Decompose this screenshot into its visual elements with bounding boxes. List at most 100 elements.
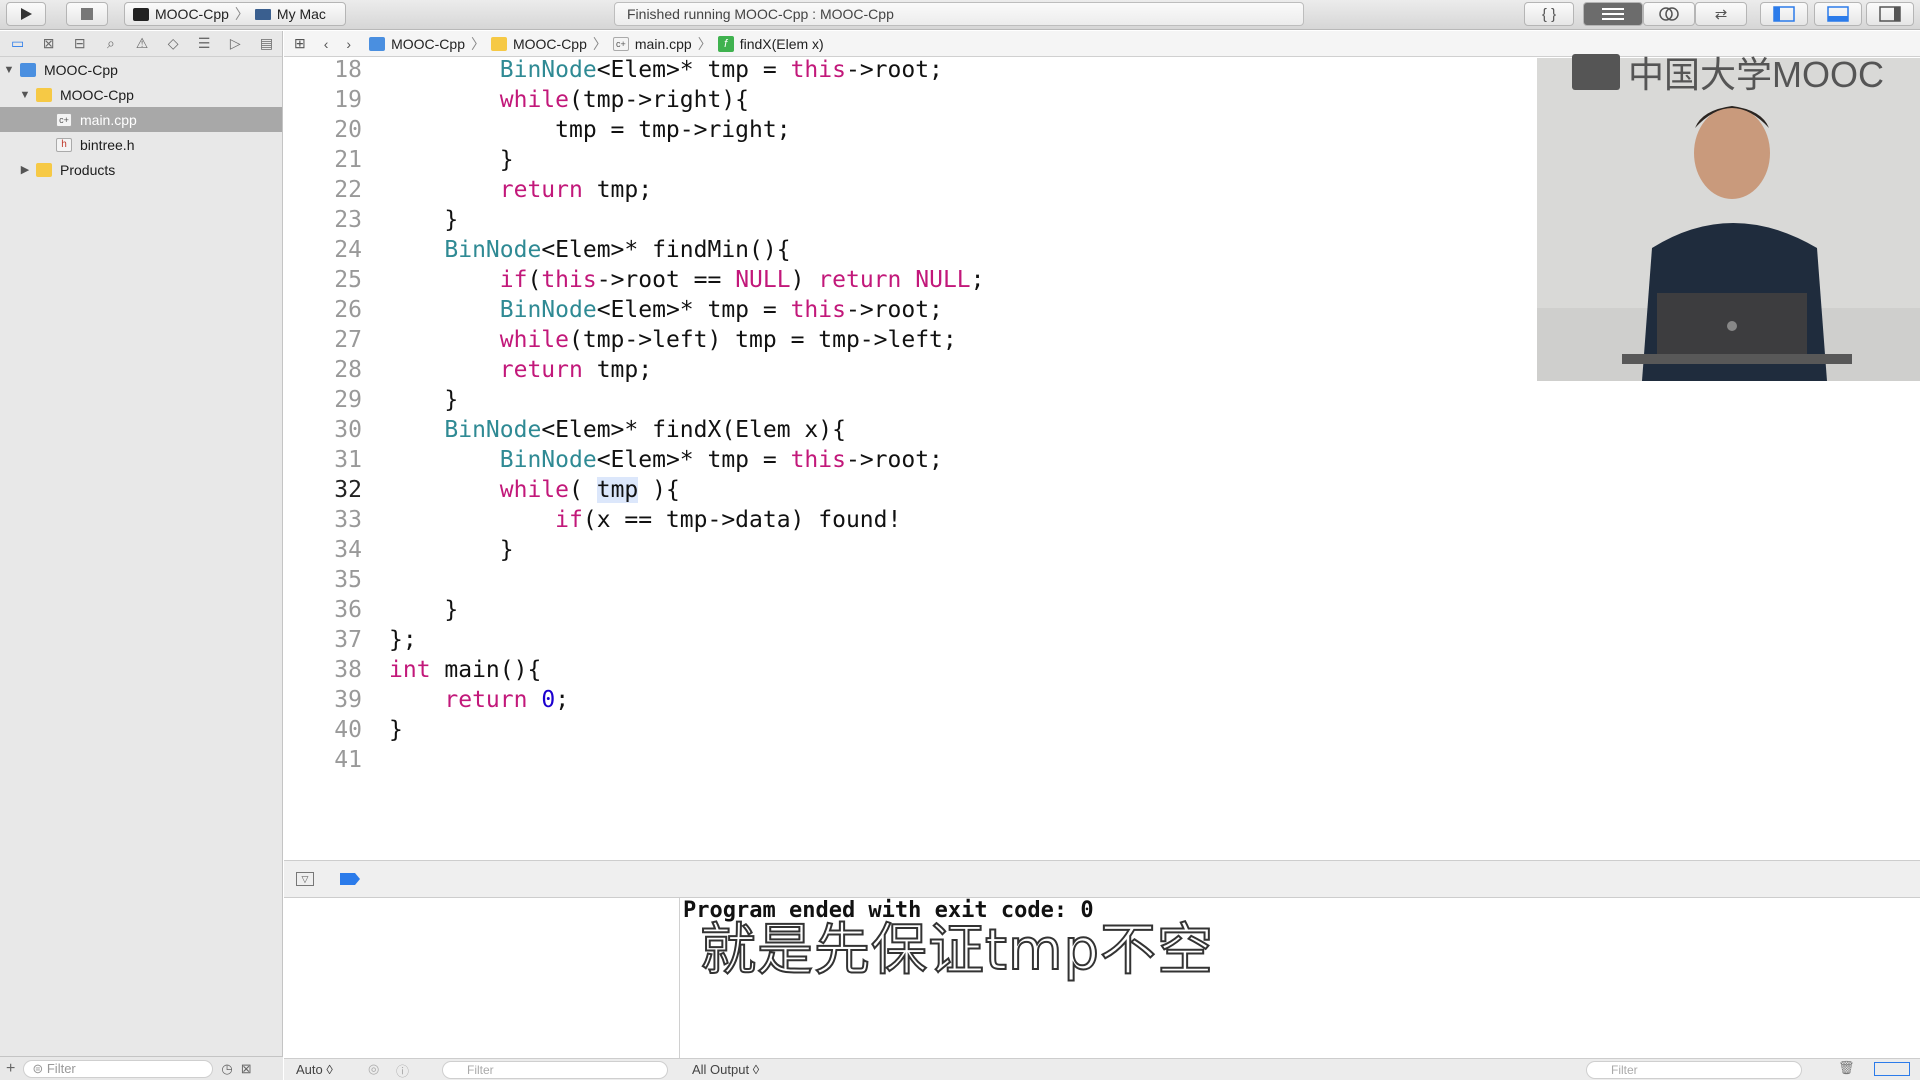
test-icon[interactable]: ◇ xyxy=(158,33,189,55)
code-line[interactable]: 31 BinNode<Elem>* tmp = this->root; xyxy=(284,445,1534,475)
code-line[interactable]: 22 return tmp; xyxy=(284,175,1534,205)
code-token: } xyxy=(499,537,514,563)
warning-icon[interactable]: ⚠ xyxy=(126,33,157,55)
watermark-text: 中国大学MOOC xyxy=(1628,54,1884,95)
assistant-editor-button[interactable] xyxy=(1643,2,1695,26)
console-output-selector[interactable]: All Output ◊ xyxy=(692,1062,759,1077)
code-line[interactable]: 25 if(this->root == NULL) return NULL; xyxy=(284,265,1534,295)
tree-item-label: MOOC-Cpp xyxy=(60,86,134,103)
back-icon[interactable]: ‹ xyxy=(324,36,329,52)
run-button[interactable] xyxy=(6,2,46,26)
code-text: BinNode<Elem>* findX(Elem x){ xyxy=(444,415,846,445)
code-line[interactable]: 29} xyxy=(284,385,1534,415)
toolbar: MOOC-Cpp 〉 My Mac Finished running MOOC-… xyxy=(0,0,1920,30)
lecturer-video-frame xyxy=(1537,58,1920,381)
code-line[interactable]: 21} xyxy=(284,145,1534,175)
related-items-icon[interactable]: ⊞ xyxy=(294,35,306,52)
function-icon: f xyxy=(717,35,734,52)
code-token: ->root; xyxy=(845,297,943,323)
code-line[interactable]: 23} xyxy=(284,205,1534,235)
code-line[interactable]: 40} xyxy=(284,715,1534,745)
code-line[interactable]: 33 if(x == tmp->data) found! xyxy=(284,505,1534,535)
line-number: 19 xyxy=(334,87,362,113)
code-line[interactable]: 32 while( tmp ){ xyxy=(284,475,1534,505)
stop-button[interactable] xyxy=(66,2,108,26)
scheme-selector[interactable]: MOOC-Cpp 〉 My Mac xyxy=(124,2,346,26)
trash-icon[interactable]: 🗑 xyxy=(1838,1060,1855,1076)
folder-icon[interactable]: ▭ xyxy=(2,33,33,55)
code-snippet-button[interactable]: { } xyxy=(1524,2,1574,26)
code-line[interactable]: 19 while(tmp->right){ xyxy=(284,85,1534,115)
code-line[interactable]: 34} xyxy=(284,535,1534,565)
report-icon[interactable]: ▤ xyxy=(251,33,282,55)
code-line[interactable]: 41 xyxy=(284,745,1534,775)
auto-variables-selector[interactable]: Auto ◊ xyxy=(296,1062,333,1077)
toggle-debug-area-button[interactable] xyxy=(1814,2,1862,26)
code-line[interactable]: 36} xyxy=(284,595,1534,625)
disclosure-open-icon[interactable]: ▼ xyxy=(2,64,16,76)
add-icon[interactable]: + xyxy=(6,1060,15,1078)
code-token: (tmp->left) tmp = tmp->left; xyxy=(569,327,957,353)
disclosure-closed-icon[interactable]: ▶ xyxy=(18,163,32,176)
version-editor-button[interactable]: ⇄ xyxy=(1695,2,1747,26)
code-line[interactable]: 35 xyxy=(284,565,1534,595)
code-line[interactable]: 38 int main(){ xyxy=(284,655,1534,685)
console-filter-field[interactable]: Filter xyxy=(1586,1061,1802,1079)
breadcrumb-group[interactable]: MOOC-Cpp xyxy=(490,36,587,52)
breadcrumb-file[interactable]: c+ main.cpp xyxy=(612,36,692,52)
breakpoints-toggle-icon[interactable] xyxy=(340,873,360,885)
stop-icon xyxy=(81,8,93,20)
eye-icon[interactable]: ◎ xyxy=(368,1061,379,1077)
code-token: <Elem>* findX(Elem x){ xyxy=(541,417,846,443)
code-line[interactable]: 30 BinNode<Elem>* findX(Elem x){ xyxy=(284,415,1534,445)
split-view-icon[interactable] xyxy=(1874,1062,1910,1076)
line-number: 27 xyxy=(334,327,362,353)
code-line[interactable]: 37}; xyxy=(284,625,1534,655)
line-number: 36 xyxy=(334,597,362,623)
hierarchy-icon[interactable]: ⊟ xyxy=(64,33,95,55)
tree-item-group[interactable]: ▼ MOOC-Cpp xyxy=(0,82,282,107)
breadcrumb-project[interactable]: MOOC-Cpp xyxy=(369,36,465,52)
standard-editor-button[interactable] xyxy=(1583,2,1643,26)
toggle-navigator-button[interactable] xyxy=(1760,2,1808,26)
breadcrumb-function[interactable]: f findX(Elem x) xyxy=(717,35,824,52)
forward-icon[interactable]: › xyxy=(346,36,351,52)
code-line[interactable]: 26 BinNode<Elem>* tmp = this->root; xyxy=(284,295,1534,325)
code-token: (x == tmp->data) found! xyxy=(582,507,902,533)
project-icon xyxy=(369,36,386,51)
recent-files-icon[interactable]: ◷ xyxy=(221,1061,232,1077)
code-line[interactable]: 28 return tmp; xyxy=(284,355,1534,385)
code-line[interactable]: 27 while(tmp->left) tmp = tmp->left; xyxy=(284,325,1534,355)
variables-filter-field[interactable]: Filter xyxy=(442,1061,668,1079)
filter-icon: ⊜ xyxy=(32,1060,47,1076)
code-line[interactable]: 39 return 0; xyxy=(284,685,1534,715)
tree-item-bintree-h[interactable]: h bintree.h xyxy=(0,132,282,157)
source-control-icon[interactable]: ⊠ xyxy=(33,33,64,55)
scm-filter-icon[interactable]: ⊠ xyxy=(241,1061,252,1077)
debug-icon[interactable]: ☰ xyxy=(189,33,220,55)
code-token: BinNode xyxy=(444,417,542,443)
disclosure-open-icon[interactable]: ▼ xyxy=(18,89,32,101)
code-line[interactable]: 18 BinNode<Elem>* tmp = this->root; xyxy=(284,55,1534,85)
code-token: ) xyxy=(790,267,819,293)
project-icon xyxy=(20,62,36,77)
info-icon[interactable]: ⓘ xyxy=(396,1061,409,1080)
code-text: } xyxy=(444,595,458,625)
code-token: <Elem>* findMin(){ xyxy=(541,237,791,263)
tree-item-label: bintree.h xyxy=(80,136,135,153)
breakpoint-icon[interactable]: ▷ xyxy=(220,33,251,55)
tree-item-main-cpp[interactable]: c+ main.cpp xyxy=(0,107,282,132)
toggle-inspector-button[interactable] xyxy=(1866,2,1914,26)
code-token: <Elem>* tmp = xyxy=(596,297,791,323)
code-text: if(this->root == NULL) return NULL; xyxy=(500,265,985,295)
tree-item-products[interactable]: ▶ Products xyxy=(0,157,282,182)
code-line[interactable]: 20 tmp = tmp->right; xyxy=(284,115,1534,145)
folder-icon xyxy=(490,36,507,51)
search-icon[interactable]: ⌕ xyxy=(95,33,126,55)
filter-placeholder: Filter xyxy=(46,1060,76,1076)
line-number: 22 xyxy=(334,177,362,203)
tree-item-project[interactable]: ▼ MOOC-Cpp xyxy=(0,57,282,82)
code-line[interactable]: 24 BinNode<Elem>* findMin(){ xyxy=(284,235,1534,265)
filter-field[interactable]: ⊜ Filter xyxy=(23,1059,214,1078)
hide-debug-area-icon[interactable]: ▽ xyxy=(296,872,314,886)
